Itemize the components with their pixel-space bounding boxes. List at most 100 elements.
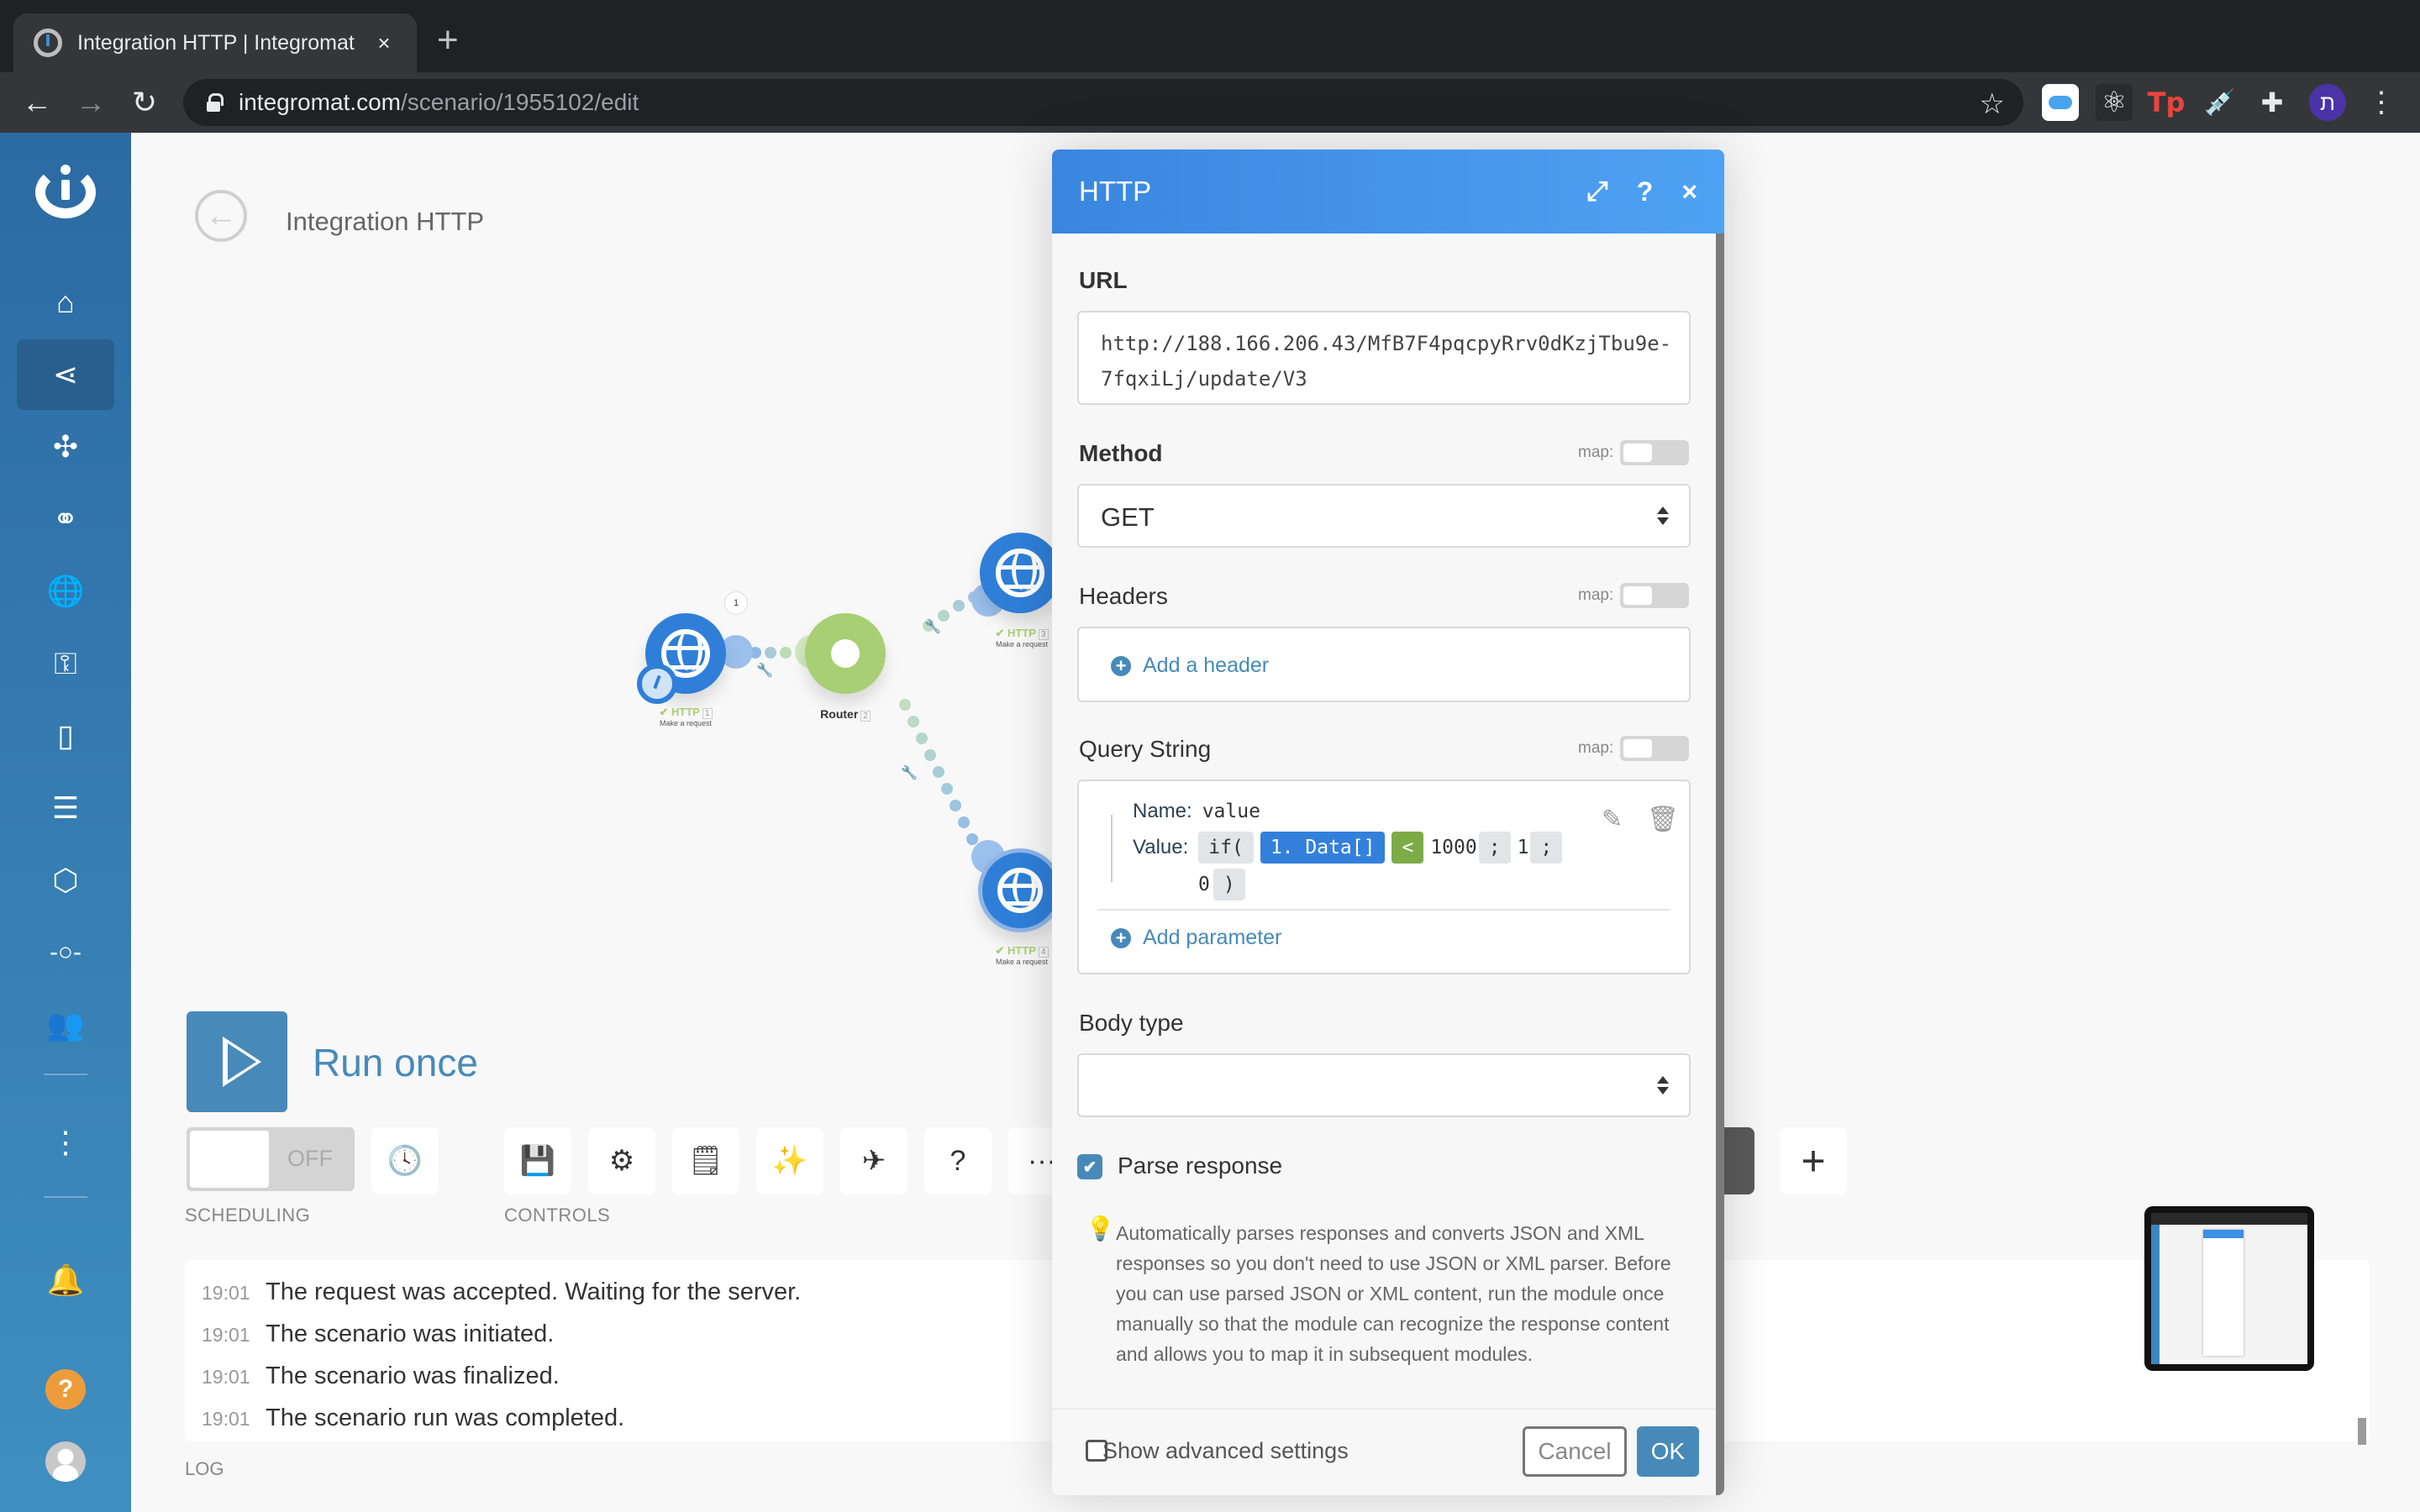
key-icon: ⚿	[54, 645, 77, 680]
sidebar-item-more[interactable]: ⋮	[17, 1107, 114, 1178]
map-switch[interactable]	[1620, 583, 1690, 608]
http-node-1[interactable]	[637, 613, 726, 704]
wrench-icon[interactable]: 🔧	[924, 618, 941, 635]
url-field[interactable]: http://188.166.206.43/MfB7F4pqcpyRrv0dKz…	[1077, 311, 1691, 405]
http-node-4[interactable]	[978, 848, 1062, 932]
sidebar-item-team[interactable]: 👥	[17, 990, 114, 1060]
ok-button[interactable]: OK	[1637, 1426, 1699, 1477]
log-scrollbar[interactable]	[2358, 1418, 2366, 1445]
explain-flow-button[interactable]: ✈	[840, 1127, 908, 1194]
sidebar-item-connections[interactable]: ⚭	[17, 484, 114, 554]
save-button[interactable]: 💾	[504, 1127, 571, 1194]
user-avatar[interactable]	[45, 1441, 86, 1482]
sidebar-item-home[interactable]: ⌂	[17, 267, 114, 338]
separator-token[interactable]: ;	[1530, 832, 1563, 864]
parse-response-checkbox[interactable]: ✔	[1077, 1154, 1102, 1179]
operator-token[interactable]: <	[1392, 832, 1424, 864]
show-advanced-label[interactable]: Show advanced settings	[1102, 1438, 1349, 1464]
run-once-label[interactable]: Run once	[313, 1040, 478, 1085]
help-button[interactable]: ?	[45, 1369, 86, 1410]
body-type-select[interactable]	[1077, 1053, 1691, 1117]
run-once-button[interactable]	[187, 1011, 287, 1112]
add-favorite-button[interactable]: +	[1780, 1127, 1847, 1194]
clock-schedule-icon[interactable]	[637, 664, 677, 704]
router-node-2[interactable]	[805, 613, 886, 694]
syringe-icon[interactable]: 💉	[2202, 84, 2238, 121]
sidebar-item-keys[interactable]: ⚿	[17, 628, 114, 699]
wrench-icon[interactable]: 🔧	[901, 764, 918, 781]
users-icon: 👥	[46, 1007, 85, 1042]
profile-avatar[interactable]: ת	[2309, 84, 2346, 121]
sidebar-divider	[44, 1196, 87, 1198]
help-icon[interactable]: ?	[1637, 176, 1654, 207]
extensions-puzzle-icon[interactable]: ✚	[2254, 84, 2291, 121]
log-time: 19:01	[202, 1366, 250, 1388]
back-button[interactable]: ←	[195, 190, 247, 242]
close-paren-token[interactable]: )	[1213, 869, 1245, 900]
close-icon[interactable]: ×	[1681, 176, 1697, 207]
add-header-button[interactable]: + Add a header	[1111, 654, 1269, 678]
log-time: 19:01	[202, 1408, 250, 1430]
method-select[interactable]: GET	[1077, 484, 1691, 548]
sidebar-item-data-stores[interactable]: ☰	[17, 773, 114, 843]
log-entry: 19:01 The request was accepted. Waiting …	[202, 1278, 801, 1306]
notes-button[interactable]: 🗒	[672, 1127, 739, 1194]
dialog-scrollbar[interactable]	[1716, 234, 1724, 1495]
parse-response-label[interactable]: Parse response	[1118, 1152, 1282, 1179]
sidebar-item-data-structures[interactable]: ⬡	[17, 845, 114, 916]
query-map-toggle[interactable]: map:	[1578, 736, 1690, 761]
value-key: Value:	[1133, 836, 1189, 858]
bookmark-star-icon[interactable]: ☆	[1980, 87, 2005, 121]
apple-app-button[interactable]	[1724, 1127, 1754, 1194]
back-icon[interactable]: ←	[17, 82, 57, 123]
cancel-button[interactable]: Cancel	[1523, 1426, 1627, 1477]
app-sidebar: ⌂ ⋖ ✣ ⚭ 🌐 ⚿ ▯ ☰ ⬡ -○- 👥 ⋮ 🔔 ?	[0, 133, 131, 1512]
react-devtools-icon[interactable]: ⚛	[2096, 84, 2133, 121]
integromat-logo[interactable]	[35, 165, 96, 218]
browser-tab[interactable]: Integration HTTP | Integromat ×	[13, 13, 417, 72]
connector-dot	[966, 833, 978, 845]
http-node-3[interactable]	[980, 533, 1060, 613]
scheduling-toggle[interactable]: OFF	[187, 1127, 355, 1191]
sidebar-item-flow[interactable]: -○-	[17, 917, 114, 988]
url-host: integromat.com	[239, 89, 401, 115]
expand-icon[interactable]: ⤢	[1586, 176, 1608, 207]
sidebar-item-scenarios[interactable]: ⋖	[17, 339, 114, 410]
wrench-icon[interactable]: 🔧	[756, 662, 773, 679]
browser-toolbar: ← → ↻ integromat.com/scenario/1955102/ed…	[0, 72, 2420, 133]
icloud-icon[interactable]	[2042, 84, 2079, 121]
sidebar-item-webhooks[interactable]: 🌐	[17, 556, 114, 627]
sidebar-item-devices[interactable]: ▯	[17, 701, 114, 771]
auto-align-button[interactable]: ✨	[756, 1127, 823, 1194]
http-module-dialog: HTTP ⤢ ? × URL http://188.166.206.43/MfB…	[1052, 150, 1724, 1495]
map-switch[interactable]	[1620, 736, 1690, 761]
browser-tabstrip: Integration HTTP | Integromat × +	[0, 0, 2420, 72]
screen-preview-thumbnail[interactable]	[2144, 1206, 2314, 1371]
reload-icon[interactable]: ↻	[124, 82, 165, 123]
lock-icon	[207, 93, 224, 112]
settings-button[interactable]: ⚙	[588, 1127, 655, 1194]
schedule-clock-button[interactable]: 🕓	[371, 1127, 439, 1194]
forward-icon[interactable]: →	[71, 82, 111, 123]
browser-menu-icon[interactable]: ⋮	[2363, 84, 2400, 121]
sidebar-item-notifications[interactable]: 🔔	[17, 1245, 114, 1315]
separator-token[interactable]: ;	[1478, 832, 1511, 864]
help-control-button[interactable]: ?	[924, 1127, 992, 1194]
edit-icon[interactable]: ✎	[1602, 805, 1623, 834]
new-tab-button[interactable]: +	[437, 22, 459, 59]
operations-bubble[interactable]: 1	[724, 591, 748, 615]
method-map-toggle[interactable]: map:	[1578, 440, 1690, 465]
add-parameter-button[interactable]: + Add parameter	[1111, 926, 1281, 950]
magic-wand-icon: ✨	[771, 1145, 808, 1177]
map-switch[interactable]	[1620, 440, 1690, 465]
tp-extension-icon[interactable]: Tp	[2148, 84, 2186, 121]
headers-map-toggle[interactable]: map:	[1578, 583, 1690, 608]
node-label-1: ✔ HTTP 1 Make a request	[635, 706, 736, 727]
trash-icon[interactable]: 🗑	[1647, 805, 1679, 834]
sidebar-item-templates[interactable]: ✣	[17, 412, 114, 482]
variable-token[interactable]: 1. Data[]	[1260, 832, 1386, 864]
address-bar[interactable]: integromat.com/scenario/1955102/edit ☆	[183, 79, 2023, 126]
node-title: Router	[820, 707, 859, 721]
function-token[interactable]: if(	[1198, 832, 1254, 864]
tab-close-icon[interactable]: ×	[371, 30, 397, 56]
